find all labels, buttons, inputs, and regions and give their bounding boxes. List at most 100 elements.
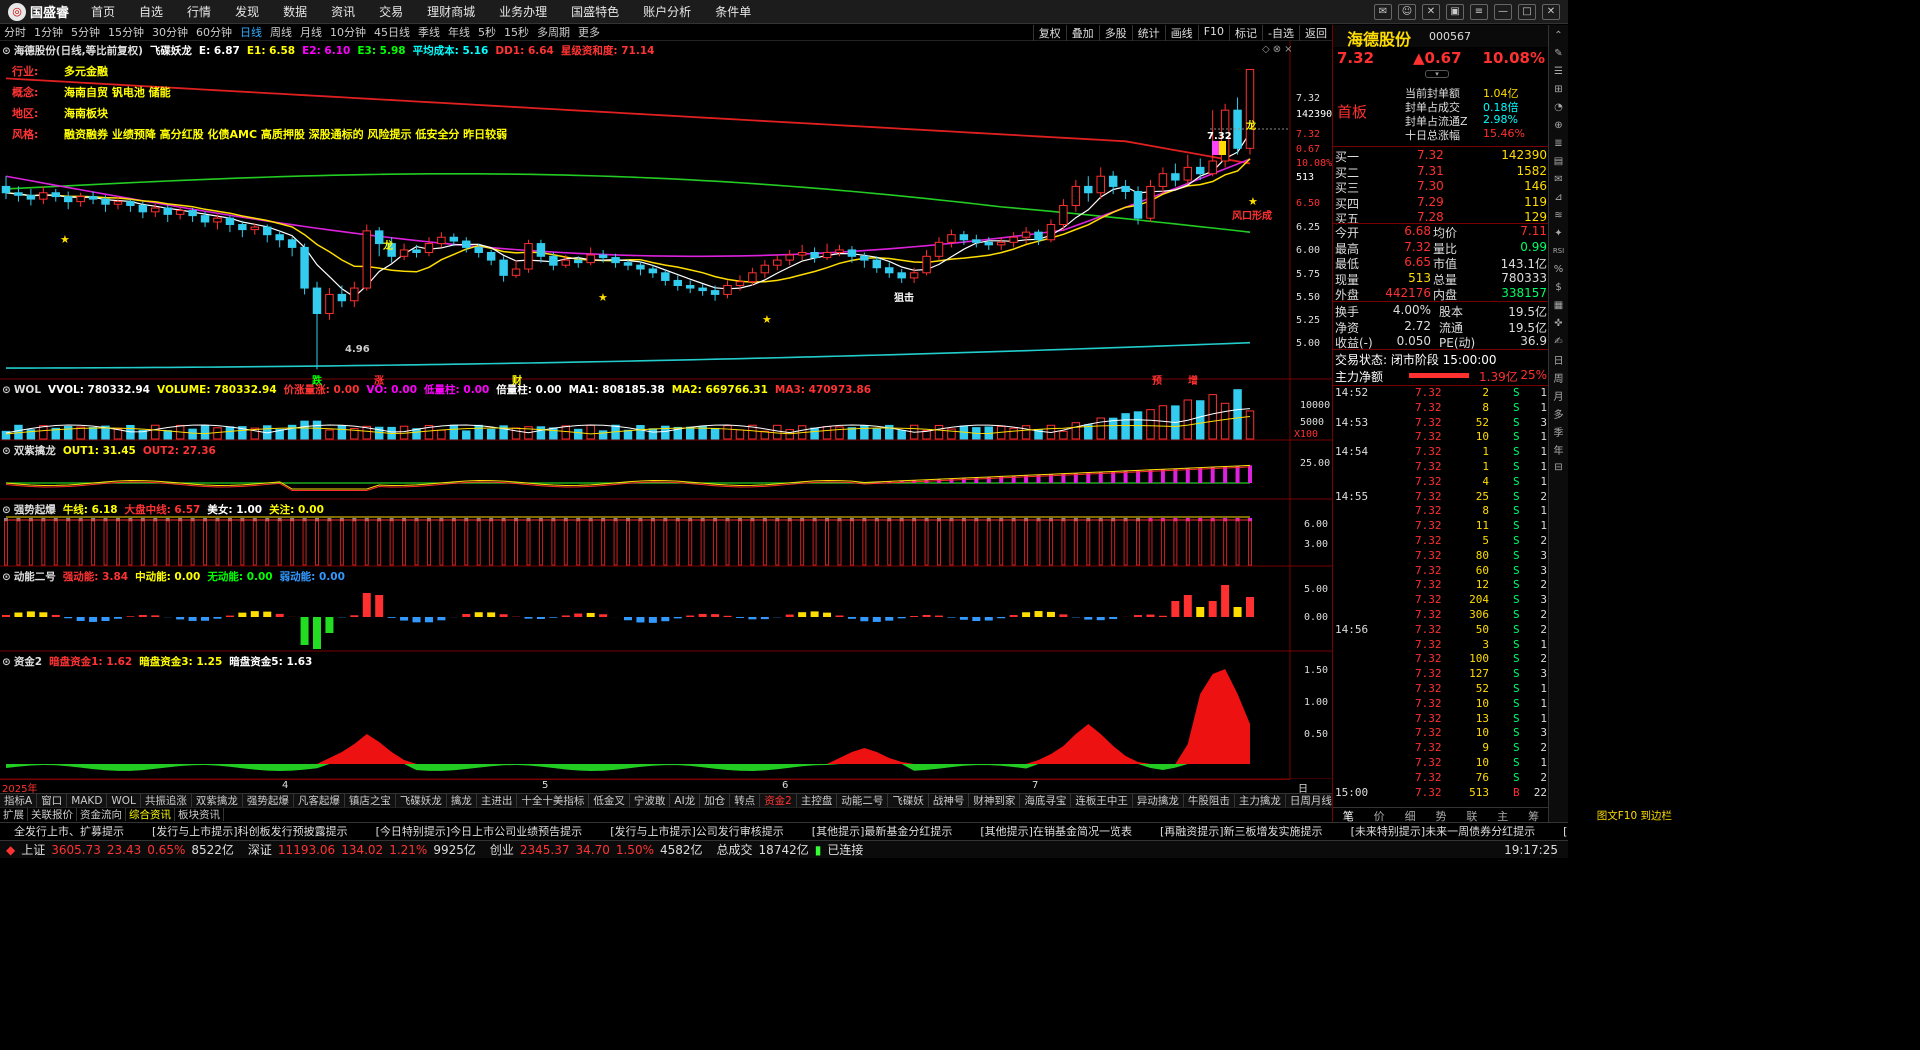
side-button-16[interactable]: ✜ <box>1551 315 1567 331</box>
panel-title-panel3[interactable]: ⊙ 强势起爆 牛线: 6.18 大盘中线: 6.57 美女: 1.00 关注: 0.00 <box>2 502 331 517</box>
side-button-13[interactable]: % <box>1551 261 1567 277</box>
indicator-tab-4[interactable]: 共振追涨 <box>141 794 192 807</box>
expand-icon[interactable]: ▾ <box>1425 70 1449 78</box>
toolbar-8[interactable]: 返回 <box>1299 24 1332 41</box>
indicator-tab-22[interactable]: 战神号 <box>929 794 970 807</box>
side-button-21[interactable]: 多 <box>1551 405 1567 421</box>
quote-tab-6[interactable]: 筹 <box>1518 808 1549 823</box>
side-button-14[interactable]: $ <box>1551 279 1567 295</box>
side-button-8[interactable]: ✉ <box>1551 171 1567 187</box>
period-16[interactable]: 更多 <box>574 25 604 41</box>
bid-row[interactable]: 买四 7.29 119 <box>1333 194 1549 211</box>
indicator-tab-1[interactable]: 窗口 <box>37 794 68 807</box>
indicator-tab-24[interactable]: 海底寻宝 <box>1020 794 1072 807</box>
news-ticker[interactable]: 全发行上市、扩募提示 [发行与上市提示]科创板发行预披露提示 [今日特别提示]今日上… <box>0 822 1568 839</box>
panel-settings-icon[interactable]: ⊙ <box>2 571 11 583</box>
panel-title-main_panel[interactable]: ⊙ 海德股份(日线,等比前复权) 飞碟妖龙 E: 6.87 E1: 6.58 E2: 6.… <box>2 43 661 58</box>
news-item[interactable]: [未来特别提示]未来一周债券分红提示 <box>1337 823 1550 839</box>
period-15[interactable]: 多周期 <box>533 25 574 41</box>
indicator-tab-10[interactable]: 擒龙 <box>447 794 477 807</box>
quote-tab-5[interactable]: 主 <box>1487 808 1518 823</box>
menu-5[interactable]: 资讯 <box>319 0 367 24</box>
indicator-tab-17[interactable]: 转点 <box>730 794 761 807</box>
side-button-12[interactable]: RSI <box>1551 243 1567 259</box>
menu-9[interactable]: 国盛特色 <box>559 0 631 24</box>
message-icon[interactable]: ✉ <box>1374 3 1392 20</box>
toolbar-1[interactable]: 叠加 <box>1065 24 1099 41</box>
stock-name[interactable]: 海德股份 <box>1347 26 1411 50</box>
period-5[interactable]: 60分钟 <box>192 25 236 41</box>
period-1[interactable]: 1分钟 <box>30 25 67 41</box>
toolbar-5[interactable]: F10 <box>1197 24 1229 41</box>
indicator-tab-29[interactable]: 日周月线共振 <box>1286 794 1332 807</box>
info-tab-4[interactable]: 板块资讯 <box>175 808 224 821</box>
indicator-tab-7[interactable]: 凡客起爆 <box>294 794 345 807</box>
indicator-tab-28[interactable]: 主力擒龙 <box>1235 794 1286 807</box>
side-button-2[interactable]: ☰ <box>1551 63 1567 79</box>
indicator-tab-16[interactable]: 加仓 <box>700 794 731 807</box>
indicator-tab-13[interactable]: 低金叉 <box>589 794 630 807</box>
menu-11[interactable]: 条件单 <box>703 0 763 24</box>
menu-7[interactable]: 理财商城 <box>415 0 487 24</box>
info-tab-2[interactable]: 资金流向 <box>77 808 126 821</box>
toolbar-4[interactable]: 画线 <box>1164 24 1198 41</box>
indicator-tab-14[interactable]: 宁波敢 <box>630 794 671 807</box>
indicator-tab-27[interactable]: 牛股阻击 <box>1184 794 1235 807</box>
tools-icon[interactable]: ✕ <box>1422 3 1440 20</box>
indicator-tab-23[interactable]: 财神到家 <box>969 794 1021 807</box>
menu-3[interactable]: 发现 <box>223 0 271 24</box>
indicator-tab-21[interactable]: 飞碟妖 <box>888 794 929 807</box>
toolbar-6[interactable]: 标记 <box>1229 24 1262 41</box>
sz-label[interactable]: 深证 <box>248 841 272 858</box>
indicator-tab-6[interactable]: 强势起爆 <box>243 794 294 807</box>
side-button-7[interactable]: ▤ <box>1551 153 1567 169</box>
quote-tab-4[interactable]: 联 <box>1456 808 1487 823</box>
panel-controls[interactable]: ◇⊗× <box>1262 44 1295 55</box>
bid-row[interactable]: 买三 7.30 146 <box>1333 178 1549 195</box>
quote-tab-2[interactable]: 细 <box>1395 808 1426 823</box>
side-button-11[interactable]: ✦ <box>1551 225 1567 241</box>
side-button-3[interactable]: ⊞ <box>1551 81 1567 97</box>
toolbar-3[interactable]: 统计 <box>1131 24 1165 41</box>
indicator-tab-26[interactable]: 异动擒龙 <box>1133 794 1184 807</box>
panel-settings-icon[interactable]: ⊙ <box>2 445 11 457</box>
minimize-icon[interactable]: — <box>1494 3 1512 20</box>
period-10[interactable]: 45日线 <box>370 25 414 41</box>
side-button-4[interactable]: ◔ <box>1551 99 1567 115</box>
indicator-tab-19[interactable]: 主控盘 <box>797 794 838 807</box>
side-button-6[interactable]: ≣ <box>1551 135 1567 151</box>
panel-settings-icon[interactable]: ⊙ <box>2 45 11 57</box>
side-button-19[interactable]: 周 <box>1551 369 1567 385</box>
toolbar-2[interactable]: 多股 <box>1098 24 1132 41</box>
side-button-17[interactable]: ✍ <box>1551 333 1567 349</box>
period-14[interactable]: 15秒 <box>500 25 533 41</box>
news-f10-link[interactable]: 图文F10 到边栏 <box>1592 808 1676 823</box>
toolbar-7[interactable]: -自选 <box>1262 24 1299 41</box>
period-0[interactable]: 分时 <box>0 25 30 41</box>
news-item[interactable]: [再融资提示]新三板增发实施提示 <box>1146 823 1337 839</box>
panel-title-panel4[interactable]: ⊙ 动能二号 强动能: 3.84 中动能: 0.00 无动能: 0.00 弱动能: 0.0… <box>2 569 352 584</box>
indicator-tab-5[interactable]: 双紫擒龙 <box>192 794 243 807</box>
side-button-20[interactable]: 月 <box>1551 387 1567 403</box>
skin-icon[interactable]: ▣ <box>1446 3 1464 20</box>
side-button-9[interactable]: ⊿ <box>1551 189 1567 205</box>
indicator-tab-11[interactable]: 主进出 <box>477 794 518 807</box>
indicator-tab-8[interactable]: 镇店之宝 <box>345 794 396 807</box>
bid-row[interactable]: 买一 7.32 142390 <box>1333 147 1549 164</box>
period-9[interactable]: 10分钟 <box>326 25 370 41</box>
period-4[interactable]: 30分钟 <box>148 25 192 41</box>
indicator-tab-3[interactable]: WOL <box>107 794 141 807</box>
panel-title-panel2[interactable]: ⊙ 双紫擒龙 OUT1: 31.45 OUT2: 27.36 <box>2 443 223 458</box>
period-3[interactable]: 15分钟 <box>104 25 148 41</box>
period-6[interactable]: 日线 <box>236 25 266 41</box>
indicator-tab-15[interactable]: AI龙 <box>670 794 701 807</box>
side-button-0[interactable]: ⌃ <box>1551 27 1567 43</box>
news-item[interactable]: [其他提示]在销基金简况一览表 <box>966 823 1146 839</box>
side-button-24[interactable]: ⊟ <box>1551 459 1567 475</box>
indicator-tab-25[interactable]: 连板王中王 <box>1071 794 1133 807</box>
period-12[interactable]: 年线 <box>444 25 474 41</box>
news-item[interactable]: [发行与上市提示]科创板发行预披露提示 <box>138 823 362 839</box>
menu-icon[interactable]: ≡ <box>1470 3 1488 20</box>
news-item[interactable]: [发行与上市提示]公司发行审核提示 <box>596 823 798 839</box>
maximize-icon[interactable]: □ <box>1518 3 1536 20</box>
